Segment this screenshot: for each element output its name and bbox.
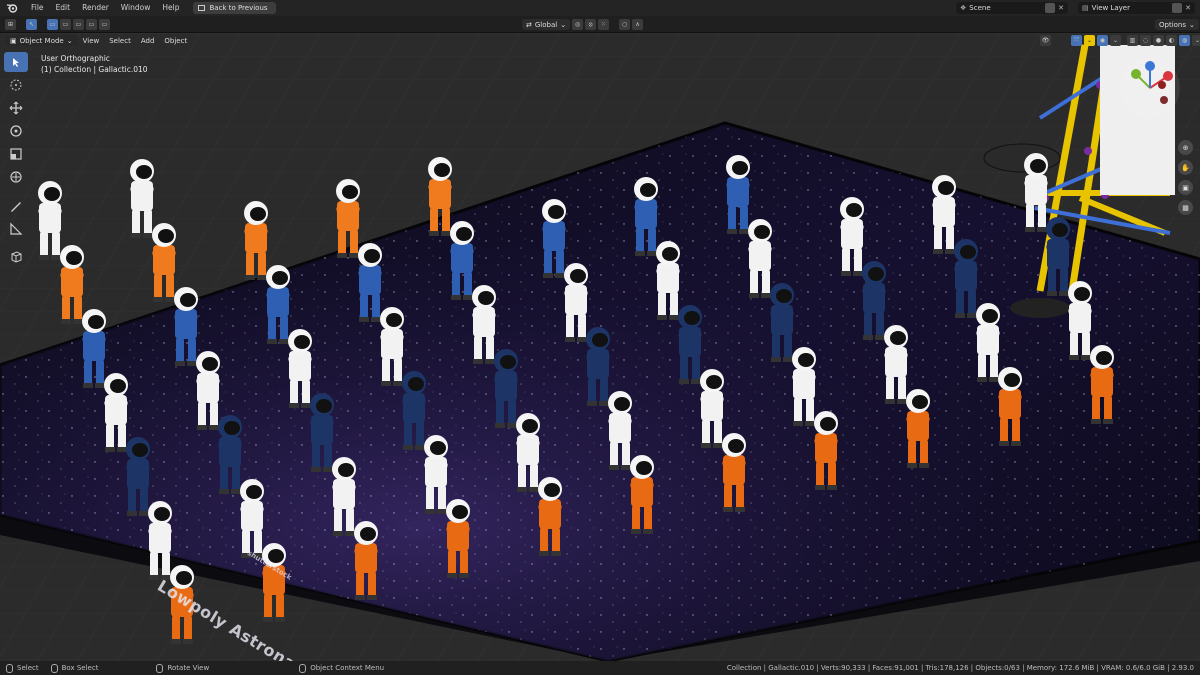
cursor-icon[interactable] — [4, 75, 28, 95]
options-dropdown[interactable]: Options ⌄ — [1155, 19, 1199, 30]
status-bar: Select Box Select Rotate View Object Con… — [0, 661, 1200, 675]
xray-icon[interactable]: ▥ — [1127, 35, 1138, 46]
shading-wireframe-icon[interactable]: ◌ — [1140, 35, 1151, 46]
hint-context-menu-label: Object Context Menu — [310, 664, 385, 672]
select-tool-icon[interactable]: ↖ — [26, 19, 37, 30]
hint-box-select: Box Select — [50, 663, 99, 673]
select-mode-difference-icon[interactable]: ▭ — [86, 19, 97, 30]
options-group: Options ⌄ — [1155, 19, 1199, 30]
transform-settings-group: ⇄ Global ⌄ ◎ ⦻ ⁙ ○ ∧ — [522, 19, 644, 30]
proportional-edit-icon[interactable]: ○ — [619, 19, 631, 30]
measure-icon[interactable] — [4, 219, 28, 239]
object-mode-icon: ▣ — [10, 36, 17, 45]
tool-settings-header: ⊞ ↖ ▭ ▭ ▭ ▭ ▭ ⇄ Global ⌄ ◎ ⦻ ⁙ ○ ∧ Optio… — [0, 16, 1200, 33]
3d-viewport[interactable]: User Orthographic (1) Collection | Galla… — [0, 33, 1200, 661]
new-view-layer-icon[interactable] — [1172, 3, 1183, 13]
overlay-dropdown-icon[interactable]: ⌄ — [1110, 35, 1121, 46]
view-layer-name: View Layer — [1091, 4, 1130, 12]
pan-hand-icon[interactable]: ✋ — [1178, 160, 1193, 175]
blender-logo-icon[interactable] — [5, 1, 19, 15]
grid-ortho-icon[interactable]: ▦ — [1178, 200, 1193, 215]
mouse-drag-icon — [50, 663, 58, 673]
orientation-dropdown[interactable]: ⇄ Global ⌄ — [522, 19, 571, 30]
transform-icon[interactable] — [4, 167, 28, 187]
menu-edit[interactable]: Edit — [50, 0, 77, 16]
view-layer-icon: ▤ — [1082, 4, 1089, 12]
menu-help[interactable]: Help — [156, 0, 185, 16]
chevron-down-icon: ⌄ — [1189, 20, 1195, 29]
back-to-previous-label: Back to Previous — [209, 4, 268, 12]
editor-type-group: ⊞ ↖ ▭ ▭ ▭ ▭ ▭ — [5, 19, 110, 30]
select-box-icon[interactable] — [4, 52, 28, 72]
mouse-right-icon — [299, 663, 307, 673]
new-scene-icon[interactable] — [1045, 3, 1056, 13]
rotate-icon[interactable] — [4, 121, 28, 141]
visibility-icon[interactable]: 👁 — [1040, 35, 1051, 46]
hint-rotate-view-label: Rotate View — [167, 664, 210, 672]
annotate-icon[interactable] — [4, 196, 28, 216]
camera-view-icon[interactable]: ▣ — [1178, 180, 1193, 195]
scene-selector[interactable]: ❖ Scene ✕ — [956, 2, 1068, 14]
falloff-icon[interactable]: ∧ — [632, 19, 644, 30]
navigation-gizmo[interactable] — [1120, 58, 1180, 118]
menu-add[interactable]: Add — [136, 37, 160, 45]
hint-select: Select — [6, 663, 39, 673]
shading-dropdown-icon[interactable]: ⌄ — [1192, 35, 1200, 46]
view-layer-selector[interactable]: ▤ View Layer ✕ — [1078, 2, 1195, 14]
menu-window[interactable]: Window — [115, 0, 157, 16]
select-mode-new-icon[interactable]: ▭ — [47, 19, 58, 30]
select-mode-subtract-icon[interactable]: ▭ — [73, 19, 84, 30]
viewport-display-controls: 👁 ⤧ ⌄ ◉ ⌄ ▥ ◌ ● ◐ ◍ ⌄ — [1040, 35, 1200, 46]
shading-solid-icon[interactable]: ● — [1153, 35, 1164, 46]
gizmo-toggle-icon[interactable]: ⤧ — [1071, 35, 1082, 46]
snap-icon[interactable]: ⦻ — [585, 19, 597, 30]
menu-view[interactable]: View — [78, 37, 105, 45]
screen-icon — [198, 5, 206, 11]
object-mode-label: Object Mode — [19, 36, 64, 45]
hint-select-label: Select — [17, 664, 39, 672]
add-cube-icon[interactable] — [4, 246, 28, 266]
menu-select[interactable]: Select — [104, 37, 136, 45]
chevron-down-icon: ⌄ — [66, 36, 73, 45]
viewport-nav-buttons: ⊕ ✋ ▣ ▦ — [1178, 140, 1194, 215]
scene-icon: ❖ — [960, 4, 967, 12]
object-mode-dropdown[interactable]: ▣ Object Mode ⌄ — [5, 35, 78, 46]
move-icon[interactable] — [4, 98, 28, 118]
back-to-previous-button[interactable]: Back to Previous — [193, 2, 276, 14]
chevron-down-icon: ⌄ — [560, 20, 567, 29]
orientation-label: Global — [534, 20, 558, 29]
mouse-middle-icon — [156, 663, 164, 673]
scale-icon[interactable] — [4, 144, 28, 164]
menu-render[interactable]: Render — [76, 0, 115, 16]
close-scene-icon[interactable]: ✕ — [1058, 4, 1064, 12]
snap-target-icon[interactable]: ⁙ — [598, 19, 610, 30]
menu-object[interactable]: Object — [159, 37, 192, 45]
select-mode-intersect-icon[interactable]: ▭ — [99, 19, 110, 30]
tool-shelf — [4, 52, 30, 266]
editor-type-icon[interactable]: ⊞ — [5, 19, 16, 30]
hint-context-menu: Object Context Menu — [299, 663, 385, 673]
shading-rendered-icon[interactable]: ◍ — [1179, 35, 1190, 46]
close-view-layer-icon[interactable]: ✕ — [1185, 4, 1191, 12]
scene-name: Scene — [969, 4, 991, 12]
select-mode-extend-icon[interactable]: ▭ — [60, 19, 71, 30]
top-menu-bar: File Edit Render Window Help Back to Pre… — [0, 0, 1200, 16]
zoom-icon[interactable]: ⊕ — [1178, 140, 1193, 155]
options-label: Options — [1159, 20, 1187, 29]
orientation-icon: ⇄ — [526, 20, 532, 29]
hint-box-select-label: Box Select — [61, 664, 99, 672]
overlay-toggle-icon[interactable]: ◉ — [1097, 35, 1108, 46]
hint-rotate-view: Rotate View — [156, 663, 210, 673]
menu-file[interactable]: File — [25, 0, 50, 16]
view-name: User Orthographic — [41, 54, 110, 63]
collection-info: (1) Collection | Gallactic.010 — [41, 65, 148, 74]
mouse-left-icon — [6, 663, 13, 673]
shading-material-icon[interactable]: ◐ — [1166, 35, 1177, 46]
gizmo-dropdown-icon[interactable]: ⌄ — [1084, 35, 1095, 46]
pivot-icon[interactable]: ◎ — [572, 19, 584, 30]
viewport-header: ▣ Object Mode ⌄ View Select Add Object 👁… — [0, 33, 1200, 48]
scene-statistics: Collection | Gallactic.010 | Verts:90,33… — [726, 664, 1194, 672]
viewport-render — [0, 33, 1200, 661]
